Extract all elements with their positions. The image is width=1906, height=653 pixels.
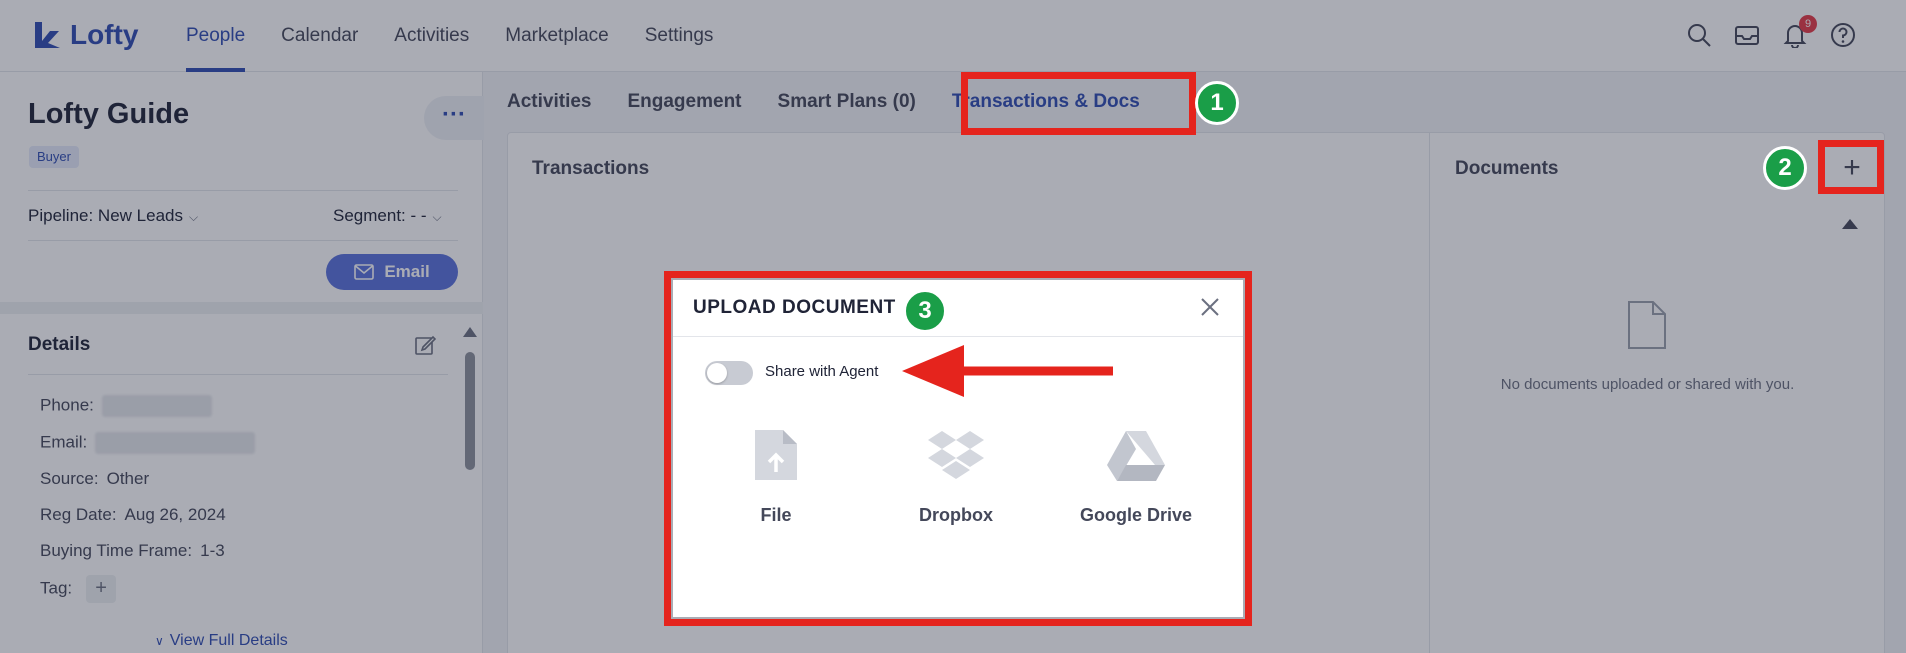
highlight-box-tab — [961, 72, 1196, 135]
highlight-box-modal — [664, 271, 1252, 626]
red-arrow-annotation — [902, 345, 1113, 397]
highlight-box-add — [1818, 140, 1884, 194]
step-badge-2: 2 — [1763, 146, 1807, 190]
step-badge-3: 3 — [903, 289, 947, 333]
step-badge-1: 1 — [1195, 81, 1239, 125]
